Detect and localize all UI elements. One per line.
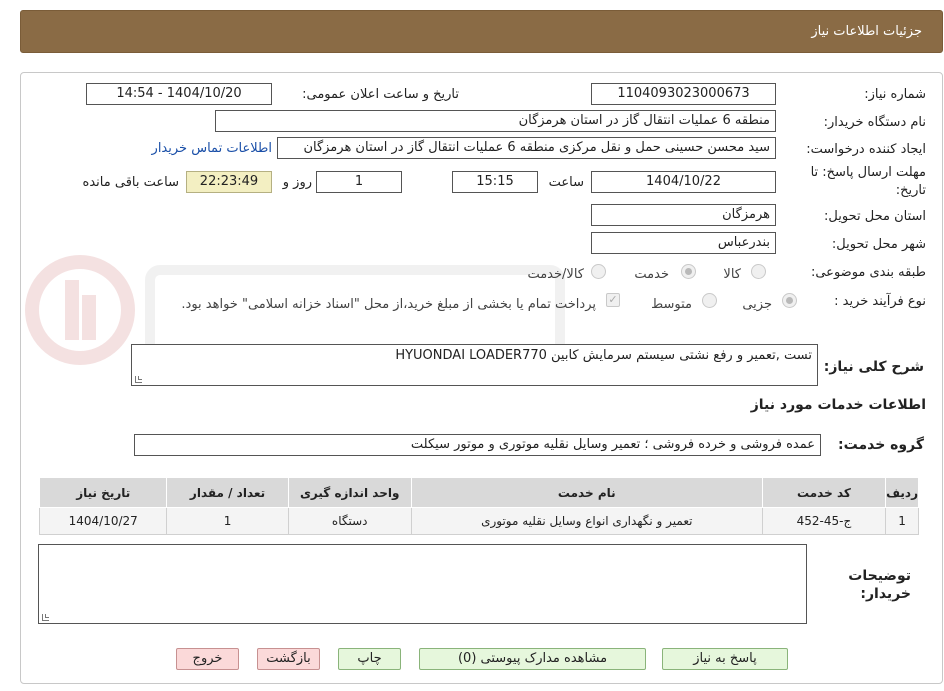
resize-grip-icon[interactable] <box>42 614 49 621</box>
days-left-field: 1 <box>316 171 402 193</box>
cell-quantity: 1 <box>166 507 289 535</box>
col-unit-header: واحد اندازه گیری <box>287 477 412 508</box>
province-label: استان محل تحویل: <box>824 209 926 224</box>
description-label: شرح کلی نیاز: <box>823 359 924 375</box>
col-row-header: ردیف <box>885 477 919 508</box>
process-minor-label: جزیی <box>742 297 772 312</box>
deadline-time-field: 15:15 <box>452 171 538 193</box>
col-date-header: تاریخ نیاز <box>38 477 168 508</box>
buyer-notes-label: توضیحات <box>848 568 911 584</box>
description-textarea[interactable]: تست ,تعمیر و رفع نشتی سیستم سرمایش کابین… <box>131 344 818 386</box>
resize-grip-icon[interactable] <box>135 376 142 383</box>
exit-button[interactable]: خروج <box>176 648 239 670</box>
process-minor-radio[interactable] <box>782 293 797 308</box>
buyer-notes-label-2: خریدار: <box>860 586 911 602</box>
province-field: هرمزگان <box>591 204 776 226</box>
service-group-field: عمده فروشی و خرده فروشی ؛ تعمیر وسایل نق… <box>134 434 821 456</box>
deadline-label: مهلت ارسال پاسخ: تا <box>810 165 926 180</box>
category-goods-label: کالا <box>723 267 741 282</box>
back-button[interactable]: بازگشت <box>257 648 320 670</box>
treasury-payment-note: پرداخت تمام یا بخشی از مبلغ خرید،از محل … <box>181 297 596 312</box>
buyer-org-field: منطقه 6 عملیات انتقال گاز در استان هرمزگ… <box>215 110 776 132</box>
announce-label: تاریخ و ساعت اعلان عمومی: <box>302 87 459 102</box>
print-button[interactable]: چاپ <box>338 648 401 670</box>
category-goods-radio[interactable] <box>751 264 766 279</box>
reply-button[interactable]: پاسخ به نیاز <box>662 648 788 670</box>
category-both-label: کالا/خدمت <box>527 267 584 282</box>
category-both-radio[interactable] <box>591 264 606 279</box>
need-number-label: شماره نیاز: <box>864 87 926 102</box>
attachments-button[interactable]: مشاهده مدارک پیوستی (0) <box>419 648 646 670</box>
page-title: جزئیات اطلاعات نیاز <box>811 24 922 39</box>
header-bar: جزئیات اطلاعات نیاز <box>20 10 943 53</box>
city-label: شهر محل تحویل: <box>831 237 926 252</box>
cell-service-name: تعمیر و نگهداری انواع وسایل نقلیه موتوری <box>410 507 763 535</box>
deadline-date-field: 1404/10/22 <box>591 171 776 193</box>
col-code-header: کد خدمت <box>761 477 887 508</box>
table-header-row: ردیف کد خدمت نام خدمت واحد اندازه گیری ت… <box>38 477 919 508</box>
buyer-org-label: نام دستگاه خریدار: <box>823 115 926 130</box>
process-label: نوع فرآیند خرید : <box>834 294 926 309</box>
buyer-notes-textarea[interactable] <box>38 544 807 624</box>
services-table: ردیف کد خدمت نام خدمت واحد اندازه گیری ت… <box>38 477 919 535</box>
cell-need-date: 1404/10/27 <box>38 507 168 535</box>
days-label: روز و <box>282 175 312 190</box>
service-group-label: گروه خدمت: <box>838 437 924 453</box>
cell-unit: دستگاه <box>287 507 412 535</box>
time-left-label: ساعت باقی مانده <box>82 175 179 190</box>
deadline-label-2: تاریخ: <box>895 183 926 198</box>
city-field: بندرعباس <box>591 232 776 254</box>
process-medium-radio[interactable] <box>702 293 717 308</box>
cell-service-code: ج-45-452 <box>761 507 887 535</box>
time-left-field: 22:23:49 <box>186 171 272 193</box>
requester-field: سید محسن حسینی حمل و نقل مرکزی منطقه 6 ع… <box>277 137 776 159</box>
need-number-field: 1104093023000673 <box>591 83 776 105</box>
deadline-time-label: ساعت <box>548 175 584 190</box>
treasury-payment-checkbox[interactable]: ✓ <box>606 293 620 307</box>
description-text: تست ,تعمیر و رفع نشتی سیستم سرمایش کابین… <box>395 348 812 363</box>
requester-label: ایجاد کننده درخواست: <box>806 142 926 157</box>
table-row: 1 ج-45-452 تعمیر و نگهداری انواع وسایل ن… <box>38 507 919 535</box>
services-section-title: اطلاعات خدمات مورد نیاز <box>750 397 926 413</box>
col-name-header: نام خدمت <box>410 477 763 508</box>
col-quantity-header: تعداد / مقدار <box>166 477 289 508</box>
cell-row-number: 1 <box>885 507 919 535</box>
buyer-contact-link[interactable]: اطلاعات تماس خریدار <box>152 141 272 156</box>
announce-datetime-field: 1404/10/20 - 14:54 <box>86 83 272 105</box>
category-service-radio[interactable] <box>681 264 696 279</box>
category-service-label: خدمت <box>634 267 669 282</box>
process-medium-label: متوسط <box>651 297 692 312</box>
category-label: طبقه بندی موضوعی: <box>810 265 926 280</box>
